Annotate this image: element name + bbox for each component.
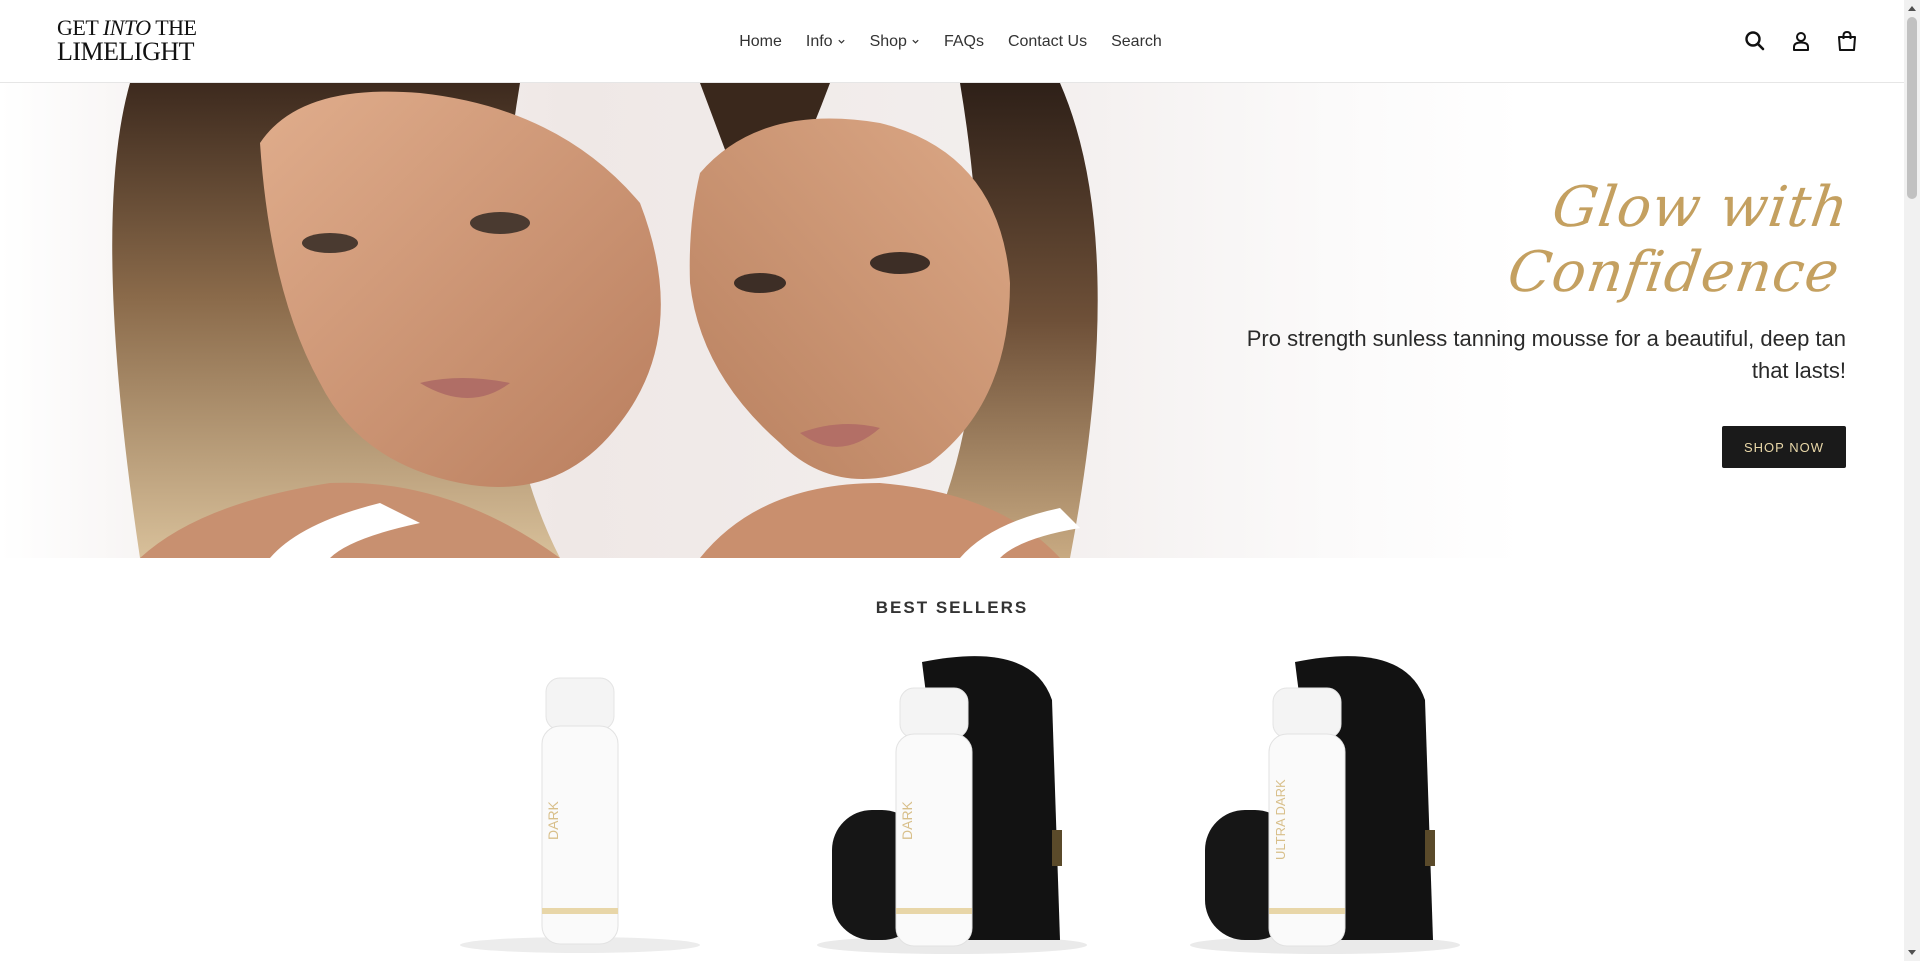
product-shade-label: ULTRA DARK bbox=[1273, 779, 1288, 860]
product-shade-label: DARK bbox=[899, 800, 915, 840]
product-card[interactable]: DARK bbox=[782, 640, 1122, 961]
product-image: DARK bbox=[460, 677, 700, 953]
nav-search[interactable]: Search bbox=[1111, 33, 1162, 51]
best-sellers-title: BEST SELLERS bbox=[875, 598, 1029, 617]
product-image: ULTRA DARK bbox=[1190, 656, 1460, 954]
search-icon[interactable] bbox=[1743, 29, 1767, 53]
nav-faqs[interactable]: FAQs bbox=[944, 33, 984, 51]
nav-contact-us[interactable]: Contact Us bbox=[1008, 33, 1087, 51]
hero-tagline: Glow with Confidence bbox=[1503, 175, 1854, 305]
main-nav: Home Info Shop FAQs Contact Us Search bbox=[0, 0, 1904, 83]
product-image: DARK bbox=[817, 656, 1087, 954]
chevron-down-icon bbox=[837, 39, 845, 44]
scroll-up-arrow-icon[interactable] bbox=[1904, 0, 1920, 16]
product-shade-label: DARK bbox=[545, 800, 561, 840]
header-icons bbox=[1743, 26, 1859, 56]
nav-shop[interactable]: Shop bbox=[870, 33, 920, 51]
hero-banner: Glow with Confidence Pro strength sunles… bbox=[0, 83, 1904, 558]
hero-image bbox=[112, 83, 1098, 558]
product-card[interactable]: ULTRA DARK bbox=[1155, 640, 1495, 961]
account-icon[interactable] bbox=[1789, 29, 1813, 53]
cart-icon[interactable] bbox=[1835, 29, 1859, 53]
scroll-down-arrow-icon[interactable] bbox=[1904, 945, 1920, 961]
shop-now-button[interactable]: SHOP NOW bbox=[1722, 426, 1846, 468]
hero-subtitle: Pro strength sunless tanning mousse for … bbox=[1246, 326, 1846, 383]
page-scrollbar[interactable] bbox=[1904, 0, 1920, 961]
chevron-down-icon bbox=[912, 39, 919, 44]
nav-home[interactable]: Home bbox=[739, 33, 782, 51]
scrollbar-thumb[interactable] bbox=[1907, 17, 1917, 199]
nav-info[interactable]: Info bbox=[806, 33, 846, 51]
best-sellers-grid: DARK DARK ULTRA DARK bbox=[0, 640, 1904, 961]
site-header: GET INTO THE LIMELIGHT Home Info Shop FA… bbox=[0, 0, 1904, 83]
product-card[interactable]: DARK bbox=[410, 640, 750, 961]
